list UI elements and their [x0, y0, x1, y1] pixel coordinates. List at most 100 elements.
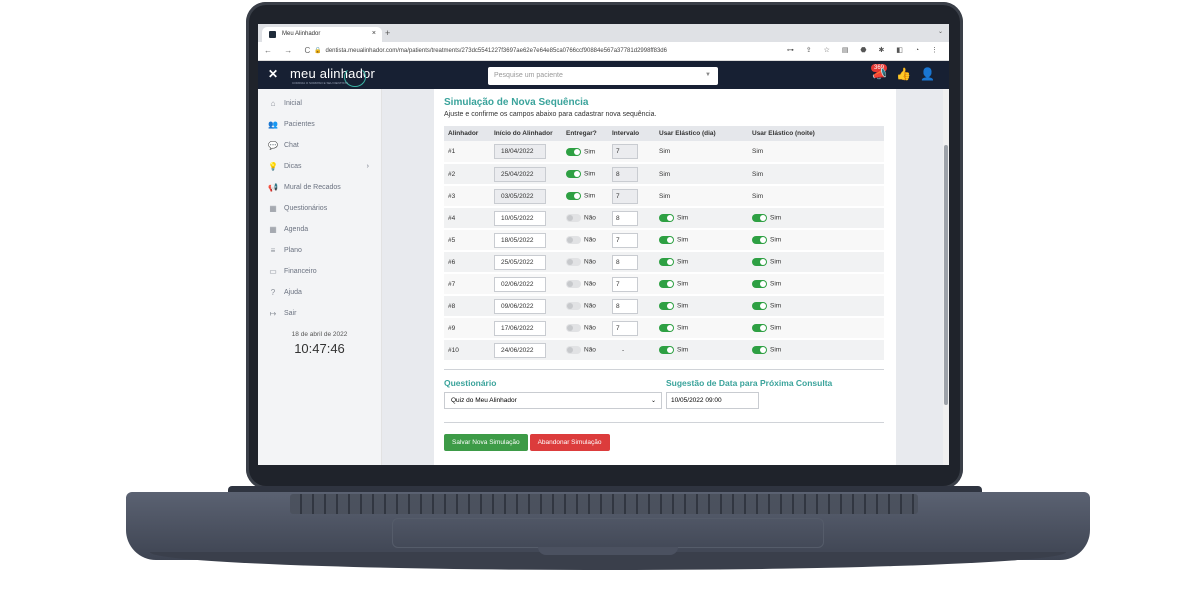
- table-row: #4 10/05/2022 Não 8 Sim Sim: [444, 207, 884, 230]
- questionario-select[interactable]: Quiz do Meu Alinhador ⌄: [444, 392, 662, 409]
- elastic-day-toggle[interactable]: [659, 258, 674, 266]
- aligner-number: #8: [444, 295, 490, 318]
- sidebar-item-inicial[interactable]: ⌂ Inicial: [258, 93, 381, 114]
- start-date-input[interactable]: 02/06/2022: [494, 276, 546, 292]
- sidebar-item-label: Pacientes: [284, 121, 315, 128]
- interval-input[interactable]: 8: [612, 254, 638, 270]
- tab-search-icon[interactable]: ⌄: [938, 28, 943, 35]
- start-date-input[interactable]: 25/05/2022: [494, 254, 546, 270]
- start-date-cell: 18/04/2022: [490, 141, 562, 164]
- close-menu-icon[interactable]: ✕: [268, 67, 278, 81]
- interval-input[interactable]: 8: [612, 298, 638, 314]
- aligner-number: #4: [444, 207, 490, 230]
- new-tab-button[interactable]: +: [385, 28, 390, 38]
- sidebar-item-dicas[interactable]: 💡 Dicas ›: [258, 156, 381, 177]
- elastic-night-toggle[interactable]: [752, 258, 767, 266]
- sidebar-item-pacientes[interactable]: 👥 Pacientes: [258, 114, 381, 135]
- start-date-cell: 09/06/2022: [490, 295, 562, 318]
- deliver-toggle[interactable]: [566, 280, 581, 288]
- start-date-cell: 24/06/2022: [490, 339, 562, 362]
- elastic-day-label: Sim: [677, 258, 689, 266]
- abandon-simulation-button[interactable]: Abandonar Simulação: [529, 434, 610, 451]
- questionario-label: Questionário: [444, 378, 497, 388]
- table-row: #2 25/04/2022 Sim 8 Sim Sim: [444, 163, 884, 186]
- chevron-right-icon: ›: [366, 163, 369, 170]
- sidebar-item-financeiro[interactable]: ▭ Financeiro: [258, 261, 381, 282]
- elastic-day-toggle[interactable]: [659, 214, 674, 222]
- elastic-day-toggle[interactable]: [659, 236, 674, 244]
- deliver-toggle[interactable]: [566, 346, 581, 354]
- save-simulation-button[interactable]: Salvar Nova Simulação: [444, 434, 528, 451]
- interval-input[interactable]: 7: [612, 320, 638, 336]
- user-icon[interactable]: 👤: [920, 67, 935, 81]
- deliver-toggle[interactable]: [566, 214, 581, 222]
- elastic-night-toggle[interactable]: [752, 236, 767, 244]
- clipboard-icon: ▦: [269, 204, 277, 213]
- elastic-night-toggle[interactable]: [752, 346, 767, 354]
- elastic-night-label: Sim: [770, 324, 782, 332]
- interval-input[interactable]: 7: [612, 276, 638, 292]
- deliver-toggle[interactable]: [566, 147, 581, 156]
- deliver-toggle[interactable]: [566, 324, 581, 332]
- start-date-input[interactable]: 18/05/2022: [494, 232, 546, 248]
- deliver-cell: Sim: [562, 163, 608, 186]
- deliver-label: Sim: [584, 148, 596, 156]
- sidebar-item-questionarios[interactable]: ▦ Questionários: [258, 198, 381, 219]
- sidebar-item-plano[interactable]: ≡ Plano: [258, 240, 381, 261]
- elastic-day-cell: Sim: [655, 317, 748, 340]
- start-date-input[interactable]: 17/06/2022: [494, 320, 546, 336]
- browser-tab[interactable]: Meu Alinhador ×: [262, 27, 382, 42]
- deliver-toggle[interactable]: [566, 192, 581, 200]
- sidebar-item-label: Plano: [284, 247, 302, 254]
- start-date-input[interactable]: 09/06/2022: [494, 298, 546, 314]
- elastic-night-label: Sim: [770, 214, 782, 222]
- browser-nav-buttons[interactable]: ← → C: [264, 46, 315, 55]
- elastic-night-toggle[interactable]: [752, 280, 767, 288]
- scrollbar[interactable]: [943, 89, 949, 465]
- browser-extension-icons[interactable]: ⊶ ⇪ ☆ ▤ ⬣ ✱ ◧ ◔ ⋮: [787, 46, 943, 54]
- page-title: Simulação de Nova Sequência: [444, 97, 589, 108]
- patient-search-select[interactable]: Pesquise um paciente ▼: [488, 67, 718, 85]
- aligner-number: #3: [444, 185, 490, 208]
- interval-input[interactable]: 7: [612, 232, 638, 248]
- logo-tagline: CORRIJA O SORRISO E SEU DENTISTA: [292, 81, 349, 85]
- elastic-night-toggle[interactable]: [752, 214, 767, 222]
- deliver-toggle[interactable]: [566, 258, 581, 266]
- elastic-night-toggle[interactable]: [752, 302, 767, 310]
- sidebar-item-agenda[interactable]: ▦ Agenda: [258, 219, 381, 240]
- elastic-night-toggle[interactable]: [752, 324, 767, 332]
- tab-title: Meu Alinhador: [282, 31, 321, 37]
- table-row: #1 18/04/2022 Sim 7 Sim Sim: [444, 141, 884, 164]
- elastic-day-toggle[interactable]: [659, 324, 674, 332]
- suggest-date-input[interactable]: 10/05/2022 09:00: [666, 392, 759, 409]
- deliver-label: Não: [584, 214, 596, 222]
- search-placeholder: Pesquise um paciente: [494, 72, 563, 79]
- sidebar-item-chat[interactable]: 💬 Chat: [258, 135, 381, 156]
- aligner-number: #2: [444, 163, 490, 186]
- start-date-cell: 18/05/2022: [490, 229, 562, 252]
- simulation-card: Simulação de Nova Sequência Ajuste e con…: [434, 89, 896, 465]
- thumbs-up-icon[interactable]: 👍: [896, 67, 911, 81]
- deliver-toggle[interactable]: [566, 236, 581, 244]
- interval-cell: 8: [608, 163, 655, 186]
- sidebar-item-ajuda[interactable]: ? Ajuda: [258, 282, 381, 303]
- start-date-input[interactable]: 24/06/2022: [494, 342, 546, 358]
- start-date-input[interactable]: 10/05/2022: [494, 210, 546, 226]
- page-subtitle: Ajuste e confirme os campos abaixo para …: [444, 111, 657, 118]
- elastic-day-toggle[interactable]: [659, 280, 674, 288]
- sidebar-item-mural[interactable]: 📢 Mural de Recados: [258, 177, 381, 198]
- elastic-night-cell: Sim: [748, 163, 884, 186]
- start-date-cell: 17/06/2022: [490, 317, 562, 340]
- scrollbar-thumb[interactable]: [944, 145, 948, 405]
- sidebar-item-sair[interactable]: ↦ Sair: [258, 303, 381, 324]
- deliver-toggle[interactable]: [566, 170, 581, 178]
- tab-close-icon[interactable]: ×: [372, 30, 376, 37]
- current-time: 10:47:46: [294, 341, 345, 356]
- megaphone-icon[interactable]: 📣: [872, 67, 887, 81]
- elastic-day-toggle[interactable]: [659, 346, 674, 354]
- url-field[interactable]: 🔒 dentista.meualinhador.com/ma/patients/t…: [314, 47, 667, 54]
- deliver-toggle[interactable]: [566, 302, 581, 310]
- interval-input[interactable]: 8: [612, 210, 638, 226]
- elastic-day-toggle[interactable]: [659, 302, 674, 310]
- aligner-number: #6: [444, 251, 490, 274]
